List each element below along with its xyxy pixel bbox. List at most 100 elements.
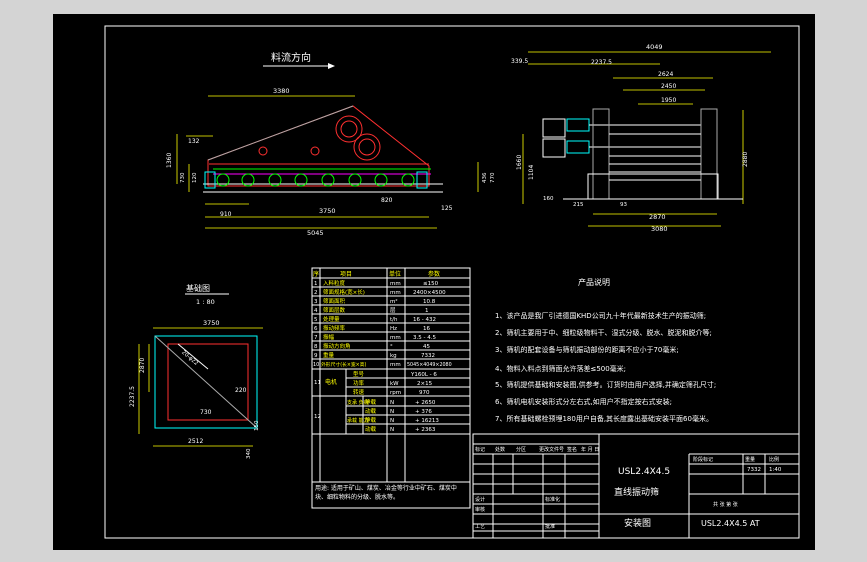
label-weight: 重量 xyxy=(745,456,755,463)
svg-text:动载: 动载 xyxy=(365,407,377,415)
dim-3750b: 3750 xyxy=(203,319,220,327)
dim-339: 339.5 xyxy=(511,58,528,65)
svg-text:动载: 动载 xyxy=(365,425,377,433)
svg-text:外形尺寸(长×宽×高): 外形尺寸(长×宽×高) xyxy=(321,361,366,368)
svg-text:7: 7 xyxy=(314,335,318,341)
svg-text:3.5 - 4.5: 3.5 - 4.5 xyxy=(413,335,436,341)
svg-text:6: 6 xyxy=(314,326,318,332)
svg-text:转速: 转速 xyxy=(353,388,365,396)
dim-3080: 3080 xyxy=(651,225,668,233)
row-12-index: 12 xyxy=(314,414,321,420)
svg-text:970: 970 xyxy=(419,390,430,396)
dim-2450: 2450 xyxy=(661,83,676,90)
svg-text:处理量: 处理量 xyxy=(323,315,340,323)
motor-rows: 型号 Y160L - 6 功率 kW 2×15 转速 rpm 970 xyxy=(353,370,437,396)
dim-730: 730 xyxy=(180,172,186,183)
svg-text:Y160L - 6: Y160L - 6 xyxy=(410,372,437,378)
dim-1360: 1360 xyxy=(166,153,173,168)
svg-text:2: 2 xyxy=(314,290,318,296)
header-item: 项目 xyxy=(340,271,352,278)
svg-text:mm: mm xyxy=(390,335,401,341)
svg-text:3: 3 xyxy=(314,299,318,305)
dim-340: 340 xyxy=(246,448,252,459)
drawing-frame: 料流方向 3380 132 1360 730 120 436 770 910 3… xyxy=(53,14,815,550)
svg-text:5: 5 xyxy=(314,317,318,323)
svg-text:振动方向角: 振动方向角 xyxy=(323,342,351,350)
svg-text:10.8: 10.8 xyxy=(423,299,436,305)
scale-value: 1:40 xyxy=(769,467,782,473)
svg-text:振幅: 振幅 xyxy=(323,333,335,341)
param-table: 序 项目 单位 参数 1 入料粒度 mm ≤150 2 筛面规格(宽×长) mm 2400×… xyxy=(311,267,471,509)
drawing-type: 安装图 xyxy=(624,517,651,529)
svg-text:16: 16 xyxy=(423,326,430,332)
svg-text:1: 1 xyxy=(425,308,429,314)
svg-text:2400×4500: 2400×4500 xyxy=(413,290,446,296)
note-7: 7、所有基础螺栓预埋180用户自备,其长度露出基础安装平面60毫米。 xyxy=(495,414,713,423)
motor-label: 电机 xyxy=(325,378,337,386)
foundation-plan: 基础图 1 : 80 3750 20-φ22 2870 2237.5 220 7… xyxy=(129,283,263,459)
sheet-text: 共 张 第 张 xyxy=(713,501,738,508)
dim-1104: 1104 xyxy=(528,165,535,180)
svg-text:Hz: Hz xyxy=(390,326,397,332)
motor-left-top xyxy=(542,118,566,138)
exciter xyxy=(258,115,381,161)
cross-beams xyxy=(609,133,701,181)
dim-1950: 1950 xyxy=(661,97,676,104)
header-unit: 单位 xyxy=(389,270,401,278)
note-2: 2、筛机主要用于中、细粒级物料干、湿式分级、脱水、脱泥和脱介等; xyxy=(495,328,712,337)
header-no: 序 xyxy=(313,270,319,278)
svg-text:1: 1 xyxy=(314,281,318,287)
dim-5045: 5045 xyxy=(307,229,324,237)
svg-text:2×15: 2×15 xyxy=(417,381,433,387)
svg-text:筛面规格(宽×长): 筛面规格(宽×长) xyxy=(323,288,365,296)
label-zone: 分区 xyxy=(516,446,526,453)
left-side-plate xyxy=(592,108,610,200)
dim-3380: 3380 xyxy=(273,87,290,95)
motor-left-bottom xyxy=(542,138,566,158)
dim-770: 770 xyxy=(490,172,496,183)
base-frame xyxy=(587,173,719,200)
dim-730b: 730 xyxy=(200,409,212,416)
dim-132: 132 xyxy=(188,138,200,145)
svg-text:8: 8 xyxy=(314,344,318,350)
svg-text:9: 9 xyxy=(314,353,318,359)
product-notes: 产品说明 1、该产品是我厂引进德国KHD公司九十年代最新技术生产的振动筛; 2、… xyxy=(495,277,716,423)
svg-text:筛面层数: 筛面层数 xyxy=(323,306,346,314)
svg-text:mm: mm xyxy=(390,290,401,296)
svg-text:层: 层 xyxy=(390,307,396,314)
svg-text:N: N xyxy=(390,418,394,424)
label-change-doc: 更改文件号 xyxy=(539,446,564,453)
dim-820: 820 xyxy=(381,197,393,204)
dim-93: 93 xyxy=(620,202,627,208)
svg-text:+ 2650: + 2650 xyxy=(415,400,436,406)
svg-text:+ 2363: + 2363 xyxy=(415,427,436,433)
label-scale: 比例 xyxy=(769,456,779,463)
dim-2624: 2624 xyxy=(658,71,673,78)
svg-text:N: N xyxy=(390,409,394,415)
svg-text:45: 45 xyxy=(423,344,430,350)
dim-2880: 2880 xyxy=(742,152,749,167)
label-standard: 标准化 xyxy=(545,496,560,503)
svg-text:kW: kW xyxy=(390,381,399,387)
right-side-plate xyxy=(700,108,718,200)
dim-125: 125 xyxy=(441,205,453,212)
label-date: 年 月 日 xyxy=(581,446,599,453)
dim-120: 120 xyxy=(192,172,198,183)
svg-text:kg: kg xyxy=(390,353,397,359)
note-4: 4、物料入料点到筛面允许落差≤500毫米; xyxy=(495,364,626,373)
note-6: 6、筛机电机安装形式分左右式,如用户不指定按右式安装; xyxy=(495,397,672,406)
dim-3750: 3750 xyxy=(319,207,336,215)
product-name: 直线振动筛 xyxy=(614,486,659,498)
svg-text:16 - 432: 16 - 432 xyxy=(413,317,436,323)
notes-title: 产品说明 xyxy=(578,277,610,287)
label-process: 工艺 xyxy=(475,524,485,530)
dim-215: 215 xyxy=(573,202,584,208)
end-view: 4049 339.5 2237.5 2624 2450 1950 1660 11… xyxy=(511,43,771,233)
svg-text:+ 16213: + 16213 xyxy=(415,418,439,424)
svg-text:N: N xyxy=(390,400,394,406)
side-view-title: 料流方向 xyxy=(271,51,311,64)
drawing-code: USL2.4X4.5 AT xyxy=(701,519,760,528)
header-value: 参数 xyxy=(428,270,440,278)
dim-2512: 2512 xyxy=(188,438,203,445)
svg-text:功率: 功率 xyxy=(353,379,365,387)
